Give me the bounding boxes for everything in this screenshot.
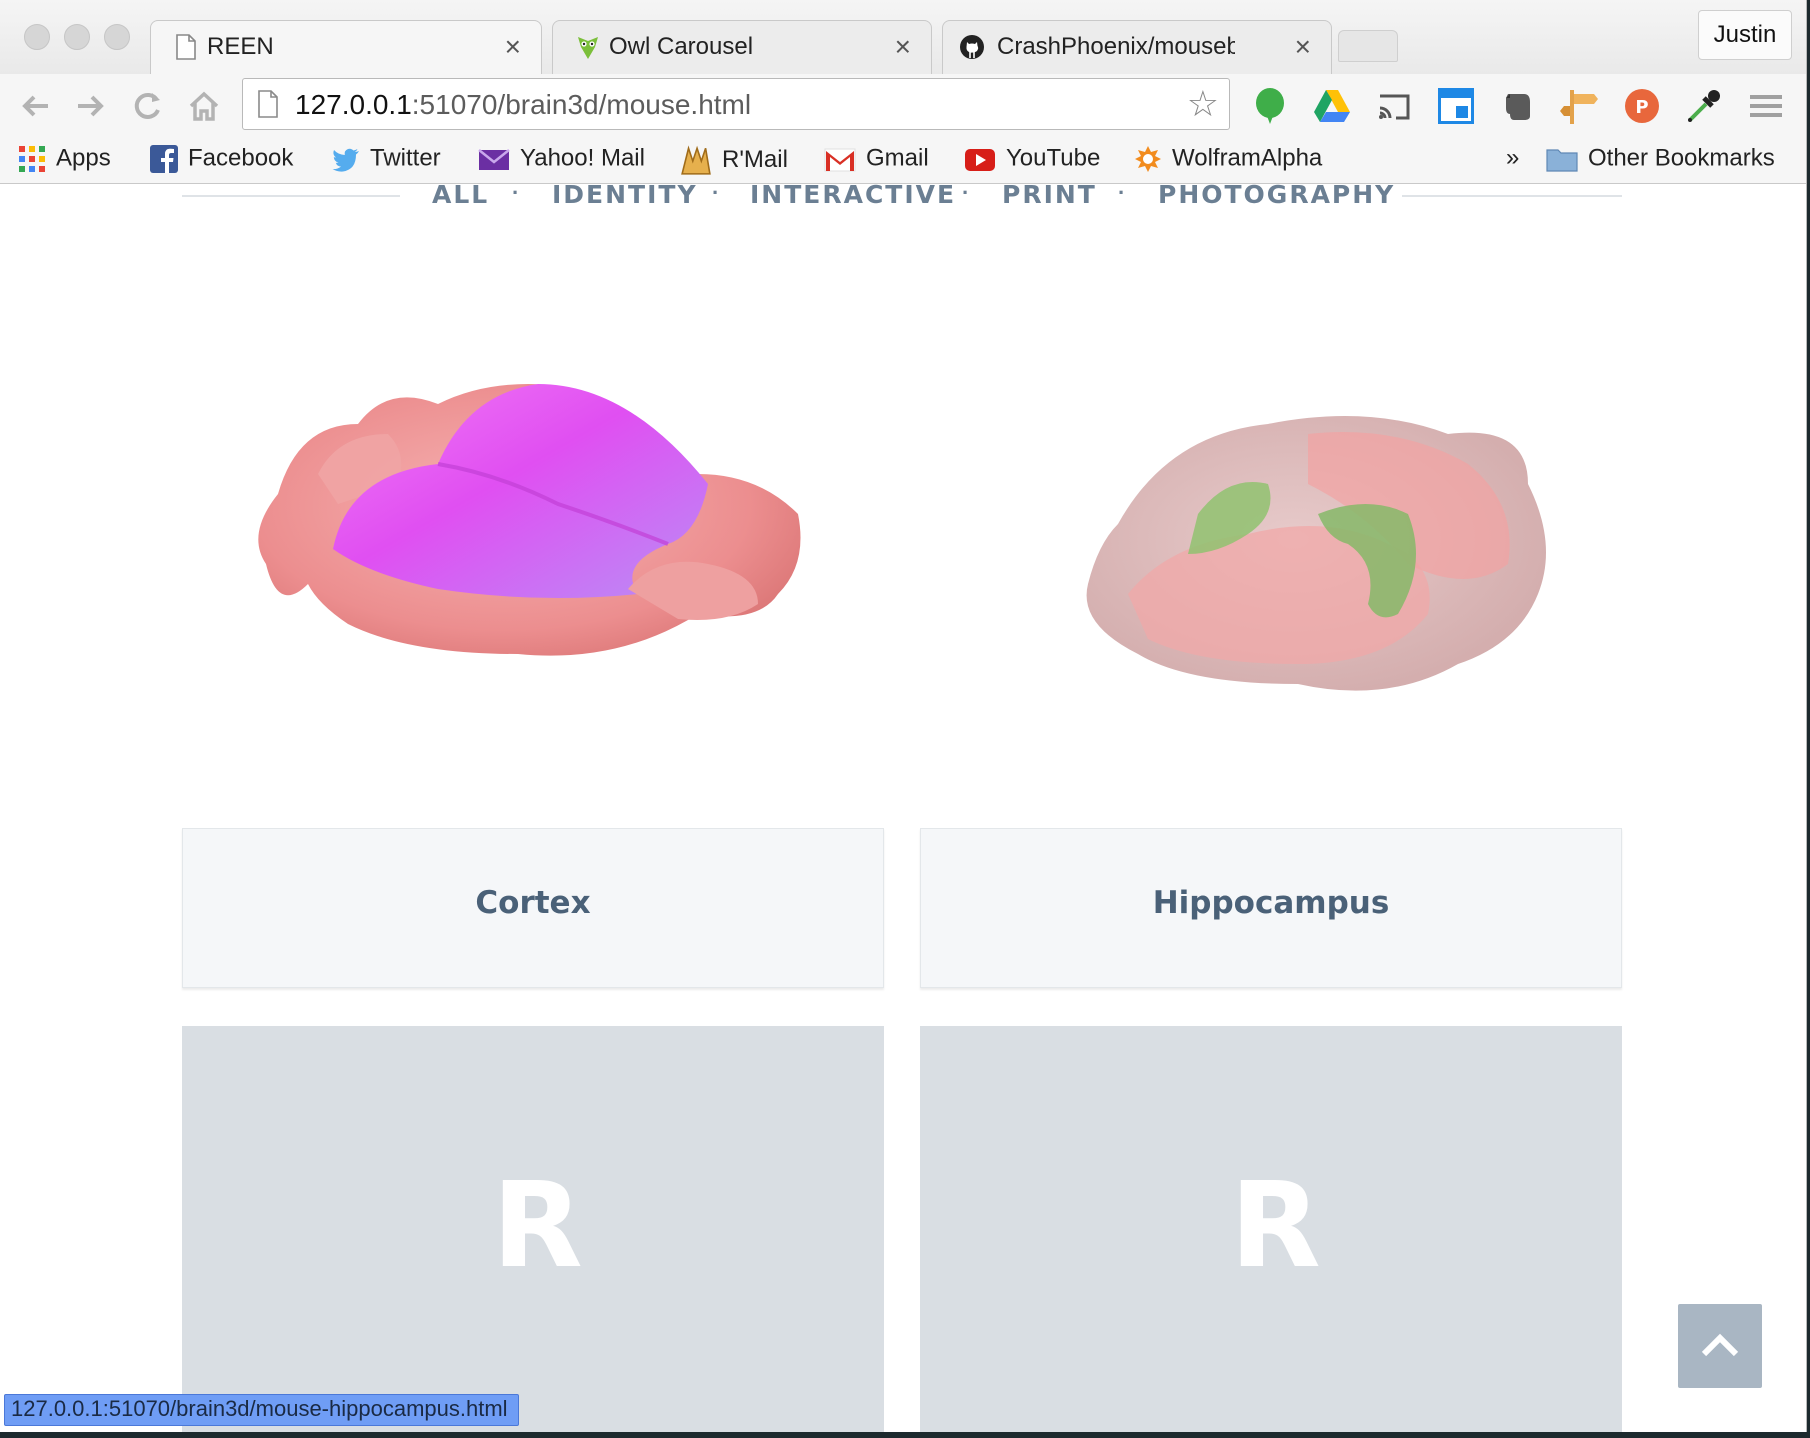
filter-separator: ·: [712, 184, 720, 205]
back-button[interactable]: [18, 88, 54, 124]
reload-button[interactable]: [130, 88, 166, 124]
facebook-icon: [150, 144, 178, 173]
github-icon: [960, 35, 984, 59]
filter-print[interactable]: PRINT: [1002, 184, 1097, 209]
bookmarks-bar: Apps Facebook Twitter Yahoo! Mail R'Mail: [0, 138, 1806, 184]
portfolio-filter-nav: ALL · IDENTITY · INTERACTIVE · PRINT · P…: [182, 184, 1622, 214]
profile-button[interactable]: Justin: [1698, 10, 1792, 60]
url-text[interactable]: 127.0.0.1:51070/brain3d/mouse.html: [295, 89, 751, 121]
tab-title: REEN: [207, 33, 274, 60]
svg-text:P: P: [1635, 97, 1648, 118]
bookmark-label: R'Mail: [722, 146, 788, 173]
tab-owl-carousel[interactable]: Owl Carousel ×: [552, 20, 932, 74]
folder-icon: [1546, 149, 1578, 172]
forward-button[interactable]: [72, 88, 108, 124]
filter-identity[interactable]: IDENTITY: [552, 184, 698, 209]
yahoo-mail-icon: [478, 148, 510, 170]
card-title[interactable]: Hippocampus: [921, 885, 1621, 921]
bookmark-label: Facebook: [188, 144, 294, 172]
filter-all[interactable]: ALL: [432, 184, 489, 209]
bookmark-label: Twitter: [370, 144, 441, 172]
bookmark-star-icon[interactable]: ☆: [1187, 85, 1219, 123]
filter-divider: [1402, 195, 1622, 197]
tab-title: CrashPhoenix/mousebrain3: [997, 33, 1235, 60]
bookmark-label: Apps: [56, 144, 111, 172]
browser-toolbar: 127.0.0.1:51070/brain3d/mouse.html ☆ P: [0, 74, 1806, 138]
evernote-elephant-icon[interactable]: [1498, 86, 1538, 126]
home-icon: [189, 91, 219, 121]
twitter-icon: [332, 148, 359, 172]
bookmark-youtube[interactable]: YouTube: [964, 144, 1100, 178]
p-extension-icon[interactable]: P: [1622, 86, 1662, 126]
minimize-window-button[interactable]: [64, 24, 90, 50]
bookmarks-overflow-button[interactable]: »: [1506, 144, 1519, 178]
filter-interactive[interactable]: INTERACTIVE: [750, 184, 956, 209]
page-viewport: ALL · IDENTITY · INTERACTIVE · PRINT · P…: [0, 184, 1806, 1432]
close-tab-icon[interactable]: ×: [1295, 31, 1311, 63]
cast-icon[interactable]: [1374, 86, 1414, 126]
owl-icon: [578, 37, 598, 59]
r-logo-icon: R: [1230, 1156, 1321, 1294]
address-bar[interactable]: 127.0.0.1:51070/brain3d/mouse.html ☆: [242, 78, 1230, 130]
close-tab-icon[interactable]: ×: [895, 31, 911, 63]
page-icon: [258, 90, 278, 118]
portfolio-card-hippocampus[interactable]: Hippocampus: [920, 828, 1622, 988]
wolframalpha-icon: [1135, 145, 1161, 172]
status-bar-url: 127.0.0.1:51070/brain3d/mouse-hippocampu…: [4, 1394, 519, 1426]
tab-strip: REEN × Owl Carousel × CrashPhoenix/mouse…: [0, 0, 1806, 74]
bookmark-label: YouTube: [1006, 144, 1101, 172]
filter-divider: [182, 195, 400, 197]
bookmark-gmail[interactable]: Gmail: [824, 144, 929, 178]
youtube-icon: [965, 148, 995, 171]
bookmark-other-bookmarks[interactable]: Other Bookmarks: [1546, 144, 1775, 178]
filter-separator: ·: [1118, 184, 1126, 205]
bookmark-label: Yahoo! Mail: [520, 144, 645, 172]
reload-icon: [134, 92, 160, 119]
bookmark-label: Gmail: [866, 144, 929, 172]
filter-separator: ·: [512, 184, 520, 205]
home-button[interactable]: [186, 88, 222, 124]
close-tab-icon[interactable]: ×: [505, 31, 521, 63]
portfolio-placeholder[interactable]: R: [920, 1026, 1622, 1432]
url-host: 127.0.0.1: [295, 89, 412, 120]
zoom-window-button[interactable]: [104, 24, 130, 50]
bookmark-apps[interactable]: Apps: [18, 144, 111, 178]
bookmark-yahoo-mail[interactable]: Yahoo! Mail: [478, 144, 645, 178]
cortex-brain-render[interactable]: [238, 364, 818, 724]
menu-icon[interactable]: [1746, 86, 1786, 126]
card-title[interactable]: Cortex: [183, 885, 883, 921]
bookmark-label: WolframAlpha: [1172, 144, 1323, 172]
portfolio-placeholder[interactable]: R: [182, 1026, 884, 1432]
tab-title: Owl Carousel: [609, 33, 754, 60]
bookmark-facebook[interactable]: Facebook: [150, 144, 293, 178]
portfolio-card-cortex[interactable]: Cortex: [182, 828, 884, 988]
page-icon: [176, 34, 196, 60]
browser-window: REEN × Owl Carousel × CrashPhoenix/mouse…: [0, 0, 1807, 1432]
bookmark-twitter[interactable]: Twitter: [332, 144, 441, 178]
r-logo-icon: R: [492, 1156, 583, 1294]
window-extension-icon[interactable]: [1436, 86, 1476, 126]
evernote-clip-icon[interactable]: [1250, 86, 1290, 126]
close-window-button[interactable]: [24, 24, 50, 50]
arrow-right-icon: [78, 95, 104, 117]
url-path: :51070/brain3d/mouse.html: [411, 89, 752, 120]
google-drive-icon[interactable]: [1312, 86, 1352, 126]
bookmark-label: Other Bookmarks: [1588, 144, 1775, 172]
new-tab-button[interactable]: [1338, 30, 1398, 62]
filter-separator: ·: [962, 184, 970, 205]
gmail-icon: [824, 148, 856, 172]
chevron-up-icon: [1701, 1333, 1739, 1357]
arrow-left-icon: [22, 95, 48, 117]
back-to-top-button[interactable]: [1678, 1304, 1762, 1388]
filter-photography[interactable]: PHOTOGRAPHY: [1158, 184, 1395, 209]
bookmark-rmail[interactable]: R'Mail: [680, 144, 788, 178]
apps-grid-icon: [19, 145, 45, 172]
bookmark-wolframalpha[interactable]: WolframAlpha: [1134, 144, 1322, 178]
eyedropper-icon[interactable]: [1684, 86, 1724, 126]
signpost-icon[interactable]: [1560, 86, 1600, 126]
tab-github[interactable]: CrashPhoenix/mousebrain3 ×: [942, 20, 1332, 74]
hippocampus-brain-render[interactable]: [1068, 394, 1588, 734]
tab-reen[interactable]: REEN ×: [150, 20, 542, 74]
rmail-icon: [681, 145, 711, 175]
